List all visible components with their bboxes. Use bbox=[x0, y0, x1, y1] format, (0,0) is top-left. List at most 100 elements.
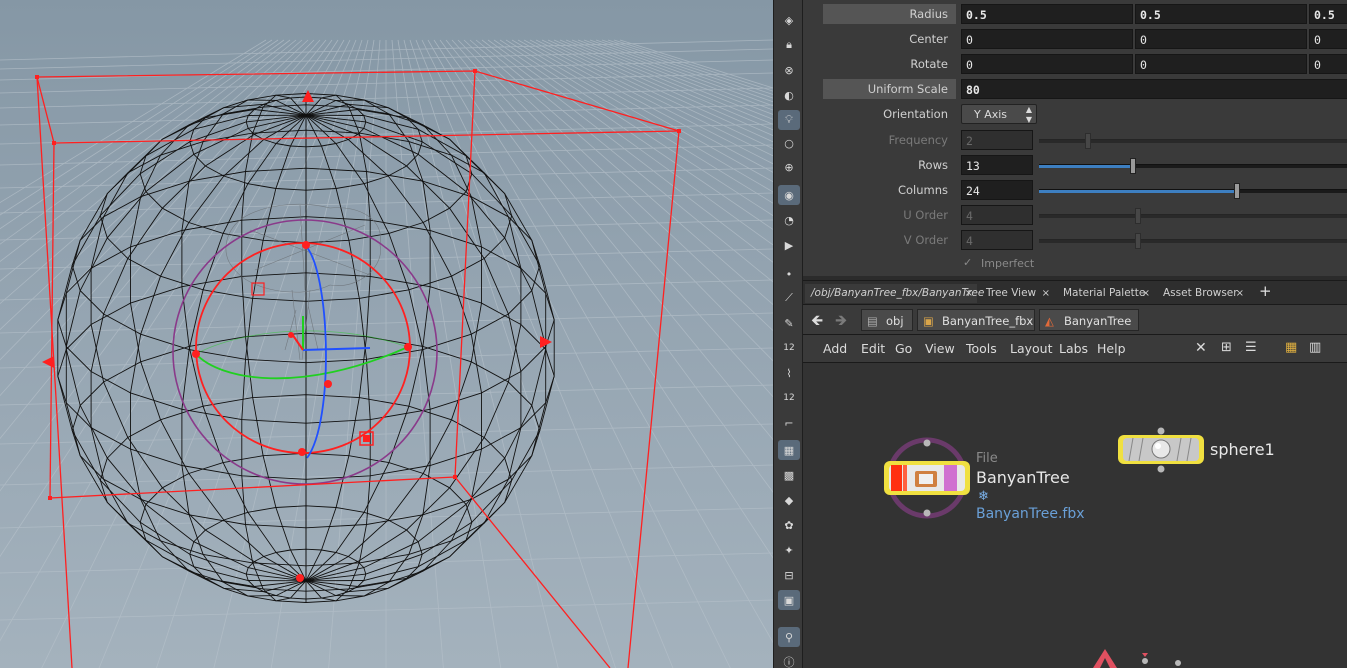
param-rotate: Rotate 0 0 0 bbox=[803, 54, 1347, 76]
tab-material-palette-label: Material Palette bbox=[1063, 287, 1146, 299]
sphere-node-name[interactable]: sphere1 bbox=[1210, 440, 1275, 459]
point-icon[interactable]: • bbox=[778, 264, 800, 284]
rows-slider-fill bbox=[1039, 165, 1132, 168]
record-icon[interactable]: ⊟ bbox=[778, 565, 800, 585]
uv-icon[interactable]: ✿ bbox=[778, 515, 800, 535]
number-icon[interactable]: 12 bbox=[778, 338, 800, 358]
chevron-updown-icon: ▲ ▼ bbox=[1025, 105, 1032, 124]
imperfect-checkbox[interactable]: ✓ bbox=[963, 257, 975, 269]
columns-field[interactable]: 24 bbox=[961, 180, 1033, 200]
tab-network-path-label: /obj/BanyanTree_fbx/BanyanTree bbox=[811, 287, 985, 299]
columns-slider[interactable] bbox=[1039, 183, 1347, 199]
lock-icon[interactable]: 🔒︎ bbox=[778, 35, 800, 55]
path-crumb-obj-label: obj bbox=[886, 314, 904, 328]
file-node-type: File bbox=[976, 451, 998, 466]
v-order-slider bbox=[1039, 233, 1347, 249]
path-crumb-fbx[interactable]: ▣ BanyanTree_fbx bbox=[917, 309, 1035, 331]
menu-go[interactable]: Go bbox=[895, 341, 912, 356]
camera-icon[interactable]: ◉ bbox=[778, 185, 800, 205]
tab-material-palette[interactable]: Material Palette × bbox=[1057, 284, 1154, 303]
pin-icon[interactable]: ⚲ bbox=[778, 627, 800, 647]
subnet-icon: ▣ bbox=[923, 314, 934, 328]
visibility-icon[interactable]: ◔ bbox=[778, 210, 800, 230]
forward-arrow-icon[interactable]: 🡺 bbox=[835, 310, 847, 335]
info-icon[interactable]: ⓘ bbox=[778, 652, 800, 668]
path-crumb-banyantree-label: BanyanTree bbox=[1064, 314, 1132, 328]
tab-asset-browser-label: Asset Browser bbox=[1163, 287, 1238, 299]
render-icon[interactable]: ▶ bbox=[778, 235, 800, 255]
rotate-y-field[interactable]: 0 bbox=[1135, 54, 1307, 74]
radius-y-field[interactable]: 0.5 bbox=[1135, 4, 1307, 24]
menu-add[interactable]: Add bbox=[823, 341, 847, 356]
file-node[interactable] bbox=[884, 437, 970, 519]
u-order-field: 4 bbox=[961, 205, 1033, 225]
add-light-icon[interactable]: ⊕ bbox=[778, 157, 800, 177]
frequency-slider-knob bbox=[1085, 133, 1091, 149]
xray-icon[interactable]: ⊗ bbox=[778, 60, 800, 80]
grid-icon[interactable]: ▦ bbox=[778, 440, 800, 460]
param-uniform-scale: Uniform Scale 80 bbox=[803, 79, 1347, 101]
rows-slider-knob[interactable] bbox=[1130, 158, 1136, 174]
rows-field[interactable]: 13 bbox=[961, 155, 1033, 175]
menu-layout[interactable]: Layout bbox=[1010, 341, 1053, 356]
close-icon[interactable]: × bbox=[965, 284, 973, 303]
v-order-field: 4 bbox=[961, 230, 1033, 250]
orientation-dropdown[interactable]: Y Axis ▲ ▼ bbox=[961, 104, 1037, 124]
viewport-canvas[interactable] bbox=[0, 0, 773, 668]
path-crumb-banyantree[interactable]: ◭ BanyanTree bbox=[1039, 309, 1139, 331]
columns-slider-knob[interactable] bbox=[1234, 183, 1240, 199]
checker-icon[interactable]: ▩ bbox=[778, 465, 800, 485]
light-icon[interactable]: 💡︎ bbox=[778, 110, 800, 130]
center-y-field[interactable]: 0 bbox=[1135, 29, 1307, 49]
list-icon[interactable]: ☰ bbox=[1245, 340, 1257, 355]
file-node-name[interactable]: BanyanTree bbox=[976, 468, 1070, 487]
scene-viewport[interactable] bbox=[0, 0, 773, 668]
tab-tree-view[interactable]: Tree View × bbox=[980, 284, 1054, 303]
snap-icon[interactable]: ✦ bbox=[778, 540, 800, 560]
close-icon[interactable]: × bbox=[1142, 284, 1150, 303]
network-editor[interactable]: File BanyanTree ❄ BanyanTree.fbx sphere1 bbox=[803, 363, 1347, 668]
diamond-icon[interactable]: ◆ bbox=[778, 490, 800, 510]
uniform-scale-field[interactable]: 80 bbox=[961, 79, 1347, 99]
number-label: 12 bbox=[783, 343, 795, 353]
close-icon[interactable]: × bbox=[1236, 284, 1244, 303]
center-z-field[interactable]: 0 bbox=[1309, 29, 1347, 49]
edge-icon[interactable]: ⟋ bbox=[778, 288, 800, 308]
grid-view-icon[interactable]: ▥ bbox=[1309, 340, 1321, 355]
select-icon[interactable]: ◈ bbox=[778, 10, 800, 30]
add-tab-button[interactable]: + bbox=[1259, 282, 1272, 300]
u-order-slider bbox=[1039, 208, 1347, 224]
tree-layout-icon[interactable]: ⊞ bbox=[1221, 340, 1232, 355]
menu-help[interactable]: Help bbox=[1097, 341, 1126, 356]
menu-labs[interactable]: Labs bbox=[1059, 341, 1088, 356]
curve-icon[interactable]: ⌐ bbox=[778, 413, 800, 433]
number-icon-2[interactable]: 12 bbox=[778, 388, 800, 408]
path-crumb-obj[interactable]: ▤ obj bbox=[861, 309, 913, 331]
pen-icon[interactable]: ✎ bbox=[778, 313, 800, 333]
param-imperfect: ✓ Imperfect bbox=[803, 254, 1347, 276]
shading-icon[interactable]: ◐ bbox=[778, 85, 800, 105]
rotate-x-field[interactable]: 0 bbox=[961, 54, 1133, 74]
param-orientation: Orientation Y Axis ▲ ▼ bbox=[803, 104, 1347, 126]
display-icon[interactable]: ▣ bbox=[778, 590, 800, 610]
tab-asset-browser[interactable]: Asset Browser × bbox=[1157, 284, 1248, 303]
radius-x-field[interactable]: 0.5 bbox=[961, 4, 1133, 24]
menu-tools[interactable]: Tools bbox=[966, 341, 997, 356]
bulb-icon[interactable]: ○ bbox=[778, 133, 800, 153]
menu-edit[interactable]: Edit bbox=[861, 341, 885, 356]
back-arrow-icon[interactable]: 🡸 bbox=[811, 310, 823, 335]
sphere-node[interactable] bbox=[1118, 427, 1204, 473]
partial-node[interactable] bbox=[1093, 649, 1181, 668]
wrench-icon[interactable]: ✕ bbox=[1195, 340, 1207, 356]
close-icon[interactable]: × bbox=[1042, 284, 1050, 303]
tab-network-path[interactable]: /obj/BanyanTree_fbx/BanyanTree × bbox=[805, 284, 984, 303]
color-palette-icon[interactable]: ▦ bbox=[1285, 340, 1297, 355]
rows-slider[interactable] bbox=[1039, 158, 1347, 174]
radius-z-field[interactable]: 0.5 bbox=[1309, 4, 1347, 24]
ground-grid bbox=[0, 39, 773, 668]
center-x-field[interactable]: 0 bbox=[961, 29, 1133, 49]
brush-icon[interactable]: ⌇ bbox=[778, 363, 800, 383]
menu-view[interactable]: View bbox=[925, 341, 955, 356]
columns-label: Columns bbox=[897, 183, 948, 197]
rotate-z-field[interactable]: 0 bbox=[1309, 54, 1347, 74]
